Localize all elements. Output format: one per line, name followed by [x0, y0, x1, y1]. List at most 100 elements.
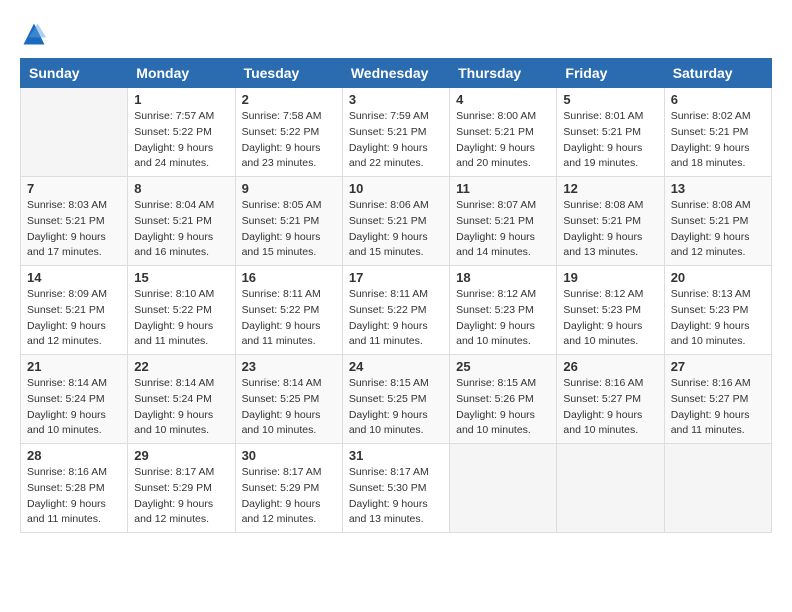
calendar-cell: 27 Sunrise: 8:16 AM Sunset: 5:27 PM Dayli… [664, 355, 771, 444]
day-number: 27 [671, 359, 765, 374]
day-info: Sunrise: 8:17 AM Sunset: 5:29 PM Dayligh… [134, 465, 228, 528]
day-info: Sunrise: 8:06 AM Sunset: 5:21 PM Dayligh… [349, 198, 443, 261]
day-info: Sunrise: 8:00 AM Sunset: 5:21 PM Dayligh… [456, 109, 550, 172]
calendar-cell [557, 444, 664, 533]
day-info: Sunrise: 8:11 AM Sunset: 5:22 PM Dayligh… [349, 287, 443, 350]
day-info: Sunrise: 8:02 AM Sunset: 5:21 PM Dayligh… [671, 109, 765, 172]
day-info: Sunrise: 8:05 AM Sunset: 5:21 PM Dayligh… [242, 198, 336, 261]
day-number: 10 [349, 181, 443, 196]
calendar-cell: 11 Sunrise: 8:07 AM Sunset: 5:21 PM Dayli… [450, 177, 557, 266]
calendar-cell: 12 Sunrise: 8:08 AM Sunset: 5:21 PM Dayli… [557, 177, 664, 266]
calendar-cell: 14 Sunrise: 8:09 AM Sunset: 5:21 PM Dayli… [21, 266, 128, 355]
day-number: 26 [563, 359, 657, 374]
calendar-cell: 7 Sunrise: 8:03 AM Sunset: 5:21 PM Daylig… [21, 177, 128, 266]
day-info: Sunrise: 8:17 AM Sunset: 5:29 PM Dayligh… [242, 465, 336, 528]
calendar-cell: 24 Sunrise: 8:15 AM Sunset: 5:25 PM Dayli… [342, 355, 449, 444]
calendar-cell: 15 Sunrise: 8:10 AM Sunset: 5:22 PM Dayli… [128, 266, 235, 355]
day-number: 1 [134, 92, 228, 107]
day-info: Sunrise: 8:16 AM Sunset: 5:27 PM Dayligh… [563, 376, 657, 439]
day-info: Sunrise: 7:59 AM Sunset: 5:21 PM Dayligh… [349, 109, 443, 172]
calendar-cell: 8 Sunrise: 8:04 AM Sunset: 5:21 PM Daylig… [128, 177, 235, 266]
calendar-cell: 25 Sunrise: 8:15 AM Sunset: 5:26 PM Dayli… [450, 355, 557, 444]
weekday-header: Monday [128, 59, 235, 88]
calendar-cell: 28 Sunrise: 8:16 AM Sunset: 5:28 PM Dayli… [21, 444, 128, 533]
day-info: Sunrise: 8:09 AM Sunset: 5:21 PM Dayligh… [27, 287, 121, 350]
weekday-header: Friday [557, 59, 664, 88]
calendar-cell: 17Sunrise: 8:11 AM Sunset: 5:22 PM Dayli… [342, 266, 449, 355]
calendar-cell: 3 Sunrise: 7:59 AM Sunset: 5:21 PM Daylig… [342, 88, 449, 177]
calendar-cell [664, 444, 771, 533]
day-info: Sunrise: 8:01 AM Sunset: 5:21 PM Dayligh… [563, 109, 657, 172]
calendar-cell: 2 Sunrise: 7:58 AM Sunset: 5:22 PM Daylig… [235, 88, 342, 177]
day-info: Sunrise: 8:10 AM Sunset: 5:22 PM Dayligh… [134, 287, 228, 350]
calendar-cell: 26 Sunrise: 8:16 AM Sunset: 5:27 PM Dayli… [557, 355, 664, 444]
calendar-week-row: 14 Sunrise: 8:09 AM Sunset: 5:21 PM Dayli… [21, 266, 772, 355]
day-info: Sunrise: 8:03 AM Sunset: 5:21 PM Dayligh… [27, 198, 121, 261]
day-number: 14 [27, 270, 121, 285]
day-number: 8 [134, 181, 228, 196]
day-info: Sunrise: 8:11 AM Sunset: 5:22 PM Dayligh… [242, 287, 336, 350]
day-number: 29 [134, 448, 228, 463]
day-number: 15 [134, 270, 228, 285]
day-number: 16 [242, 270, 336, 285]
day-info: Sunrise: 8:15 AM Sunset: 5:25 PM Dayligh… [349, 376, 443, 439]
weekday-header: Thursday [450, 59, 557, 88]
day-info: Sunrise: 7:57 AM Sunset: 5:22 PM Dayligh… [134, 109, 228, 172]
day-number: 28 [27, 448, 121, 463]
day-number: 7 [27, 181, 121, 196]
day-info: Sunrise: 8:04 AM Sunset: 5:21 PM Dayligh… [134, 198, 228, 261]
calendar-cell [21, 88, 128, 177]
day-info: Sunrise: 8:14 AM Sunset: 5:25 PM Dayligh… [242, 376, 336, 439]
day-info: Sunrise: 7:58 AM Sunset: 5:22 PM Dayligh… [242, 109, 336, 172]
day-info: Sunrise: 8:15 AM Sunset: 5:26 PM Dayligh… [456, 376, 550, 439]
calendar-cell: 18 Sunrise: 8:12 AM Sunset: 5:23 PM Dayli… [450, 266, 557, 355]
day-number: 6 [671, 92, 765, 107]
calendar-cell: 31 Sunrise: 8:17 AM Sunset: 5:30 PM Dayli… [342, 444, 449, 533]
day-info: Sunrise: 8:07 AM Sunset: 5:21 PM Dayligh… [456, 198, 550, 261]
calendar-cell: 21Sunrise: 8:14 AM Sunset: 5:24 PM Dayli… [21, 355, 128, 444]
calendar-cell: 30 Sunrise: 8:17 AM Sunset: 5:29 PM Dayli… [235, 444, 342, 533]
weekday-header: Saturday [664, 59, 771, 88]
day-number: 13 [671, 181, 765, 196]
calendar-cell: 13Sunrise: 8:08 AM Sunset: 5:21 PM Dayli… [664, 177, 771, 266]
calendar-cell: 9 Sunrise: 8:05 AM Sunset: 5:21 PM Daylig… [235, 177, 342, 266]
weekday-header-row: SundayMondayTuesdayWednesdayThursdayFrid… [21, 59, 772, 88]
day-number: 3 [349, 92, 443, 107]
calendar-cell: 22Sunrise: 8:14 AM Sunset: 5:24 PM Dayli… [128, 355, 235, 444]
logo [20, 20, 52, 48]
day-number: 31 [349, 448, 443, 463]
calendar-cell: 5 Sunrise: 8:01 AM Sunset: 5:21 PM Daylig… [557, 88, 664, 177]
day-info: Sunrise: 8:16 AM Sunset: 5:27 PM Dayligh… [671, 376, 765, 439]
calendar-cell: 10 Sunrise: 8:06 AM Sunset: 5:21 PM Dayli… [342, 177, 449, 266]
day-number: 24 [349, 359, 443, 374]
weekday-header: Tuesday [235, 59, 342, 88]
calendar-cell: 16 Sunrise: 8:11 AM Sunset: 5:22 PM Dayli… [235, 266, 342, 355]
day-number: 12 [563, 181, 657, 196]
day-info: Sunrise: 8:08 AM Sunset: 5:21 PM Dayligh… [563, 198, 657, 261]
day-number: 23 [242, 359, 336, 374]
day-number: 20 [671, 270, 765, 285]
day-info: Sunrise: 8:17 AM Sunset: 5:30 PM Dayligh… [349, 465, 443, 528]
day-info: Sunrise: 8:12 AM Sunset: 5:23 PM Dayligh… [563, 287, 657, 350]
calendar-cell: 23 Sunrise: 8:14 AM Sunset: 5:25 PM Dayli… [235, 355, 342, 444]
day-number: 25 [456, 359, 550, 374]
day-number: 18 [456, 270, 550, 285]
day-number: 19 [563, 270, 657, 285]
weekday-header: Wednesday [342, 59, 449, 88]
header [20, 20, 772, 48]
day-number: 2 [242, 92, 336, 107]
calendar-cell: 4Sunrise: 8:00 AM Sunset: 5:21 PM Daylig… [450, 88, 557, 177]
day-number: 30 [242, 448, 336, 463]
day-info: Sunrise: 8:14 AM Sunset: 5:24 PM Dayligh… [27, 376, 121, 439]
day-info: Sunrise: 8:12 AM Sunset: 5:23 PM Dayligh… [456, 287, 550, 350]
calendar-cell: 29 Sunrise: 8:17 AM Sunset: 5:29 PM Dayli… [128, 444, 235, 533]
day-info: Sunrise: 8:13 AM Sunset: 5:23 PM Dayligh… [671, 287, 765, 350]
calendar-cell: 19 Sunrise: 8:12 AM Sunset: 5:23 PM Dayli… [557, 266, 664, 355]
weekday-header: Sunday [21, 59, 128, 88]
day-number: 5 [563, 92, 657, 107]
day-number: 11 [456, 181, 550, 196]
page-container: SundayMondayTuesdayWednesdayThursdayFrid… [20, 20, 772, 533]
day-number: 9 [242, 181, 336, 196]
calendar-week-row: 1 Sunrise: 7:57 AM Sunset: 5:22 PM Daylig… [21, 88, 772, 177]
day-info: Sunrise: 8:16 AM Sunset: 5:28 PM Dayligh… [27, 465, 121, 528]
